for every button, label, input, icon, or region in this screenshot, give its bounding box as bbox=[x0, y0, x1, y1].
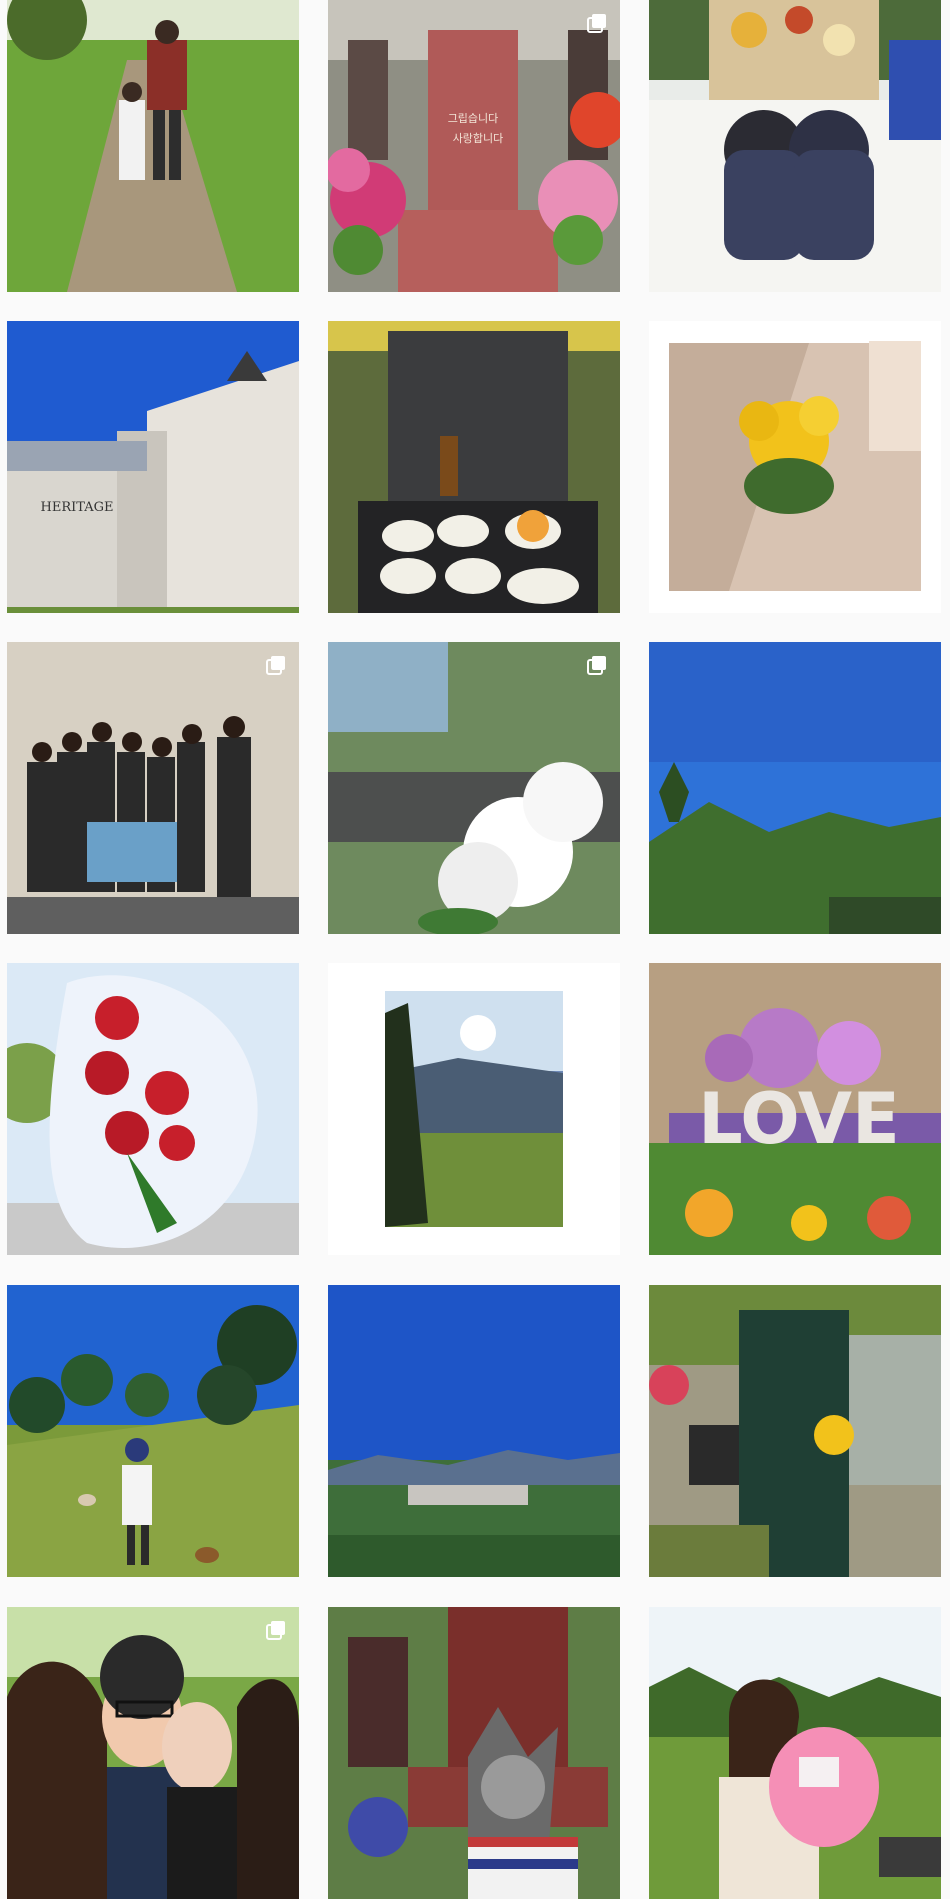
post-image bbox=[7, 1285, 299, 1577]
building-sign: HERITAGE bbox=[41, 500, 114, 515]
post-thumbnail-15[interactable] bbox=[649, 1285, 941, 1577]
photo-grid: 그립습니다 사랑합니다 HERITAGE LOVE bbox=[0, 0, 950, 1899]
post-thumbnail-16[interactable] bbox=[7, 1607, 299, 1899]
post-thumbnail-9[interactable] bbox=[649, 642, 941, 934]
post-thumbnail-11[interactable] bbox=[328, 963, 620, 1255]
post-thumbnail-4[interactable]: HERITAGE bbox=[7, 321, 299, 613]
post-thumbnail-5[interactable] bbox=[328, 321, 620, 613]
post-image bbox=[649, 0, 941, 292]
post-image bbox=[649, 642, 941, 934]
post-image: LOVE bbox=[649, 963, 941, 1255]
post-thumbnail-10[interactable] bbox=[7, 963, 299, 1255]
post-image bbox=[7, 0, 299, 292]
post-thumbnail-8[interactable] bbox=[328, 642, 620, 934]
post-thumbnail-1[interactable] bbox=[7, 0, 299, 292]
post-image bbox=[649, 321, 941, 613]
post-image bbox=[649, 1607, 941, 1899]
post-thumbnail-3[interactable] bbox=[649, 0, 941, 292]
post-image bbox=[328, 1285, 620, 1577]
post-image: 그립습니다 사랑합니다 bbox=[328, 0, 620, 292]
love-decoration-text: LOVE bbox=[698, 1078, 900, 1160]
post-thumbnail-12[interactable]: LOVE bbox=[649, 963, 941, 1255]
post-image bbox=[328, 642, 620, 934]
post-thumbnail-14[interactable] bbox=[328, 1285, 620, 1577]
post-image: HERITAGE bbox=[7, 321, 299, 613]
memorial-inscription-1: 그립습니다 bbox=[448, 112, 499, 125]
post-image bbox=[7, 642, 299, 934]
post-image bbox=[7, 963, 299, 1255]
memorial-inscription-2: 사랑합니다 bbox=[453, 132, 504, 145]
carousel-icon bbox=[587, 656, 606, 675]
carousel-icon bbox=[266, 1621, 285, 1640]
post-thumbnail-2[interactable]: 그립습니다 사랑합니다 bbox=[328, 0, 620, 292]
post-thumbnail-18[interactable] bbox=[649, 1607, 941, 1899]
post-thumbnail-13[interactable] bbox=[7, 1285, 299, 1577]
post-image bbox=[7, 1607, 299, 1899]
post-thumbnail-17[interactable] bbox=[328, 1607, 620, 1899]
post-image bbox=[649, 1285, 941, 1577]
post-image bbox=[328, 321, 620, 613]
carousel-icon bbox=[587, 14, 606, 33]
post-thumbnail-7[interactable] bbox=[7, 642, 299, 934]
post-image bbox=[328, 1607, 620, 1899]
post-thumbnail-6[interactable] bbox=[649, 321, 941, 613]
carousel-icon bbox=[266, 656, 285, 675]
post-image bbox=[328, 963, 620, 1255]
